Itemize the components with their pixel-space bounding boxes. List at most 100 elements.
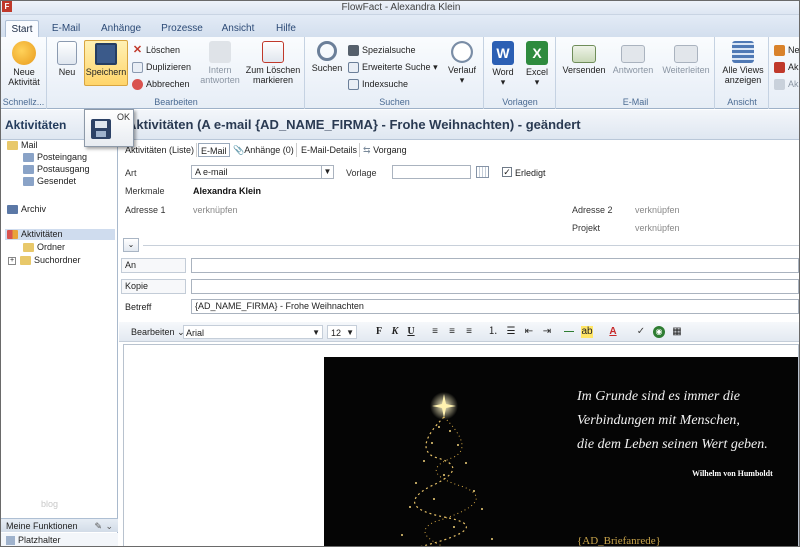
group-label-email: E-Mail xyxy=(622,97,649,107)
intern-antworten-button[interactable]: Intern antworten xyxy=(198,41,242,85)
vorlage-input[interactable] xyxy=(392,165,471,179)
align-left-icon[interactable]: ≡ xyxy=(429,326,441,338)
tree-item-ordner[interactable]: Ordner xyxy=(23,242,65,253)
window-title: FlowFact - Alexandra Klein xyxy=(341,2,461,13)
spezialsuche-button[interactable]: Spezialsuche xyxy=(348,43,416,57)
select-arrow-icon[interactable]: ▼ xyxy=(321,166,333,178)
extra-ak1-button[interactable]: Ak xyxy=(774,60,799,74)
alle-views-button[interactable]: Alle Views anzeigen xyxy=(718,41,768,85)
calendar-icon[interactable] xyxy=(476,166,489,178)
word-button[interactable]: W Word ▾ xyxy=(488,41,518,87)
bearbeiten-menu[interactable]: Bearbeiten ⌄ xyxy=(131,325,185,339)
excel-button[interactable]: X Excel ▾ xyxy=(522,41,552,87)
highlight-color-icon[interactable]: ab xyxy=(581,326,593,338)
neu-button[interactable]: Neu xyxy=(52,41,82,77)
new-activity-button[interactable]: Neue Aktivität xyxy=(4,41,44,87)
chevron-down-icon[interactable]: ⌄ xyxy=(105,519,113,533)
tab-ansicht[interactable]: Ansicht xyxy=(217,20,259,37)
spellcheck-icon[interactable]: ✓ xyxy=(635,326,647,338)
suchen-button[interactable]: Suchen xyxy=(310,41,344,73)
extra-ne-button[interactable]: Ne xyxy=(774,43,799,57)
spezialsuche-label: Spezialsuche xyxy=(362,45,416,55)
duplizieren-button[interactable]: Duplizieren xyxy=(132,60,191,74)
extra-ak2-button[interactable]: Ak xyxy=(774,77,799,91)
italic-icon[interactable]: K xyxy=(389,326,401,338)
save-confirmation-popup: OK xyxy=(84,109,134,147)
tab-start[interactable]: Start xyxy=(5,20,39,37)
adresse2-link[interactable]: verknüpfen xyxy=(635,204,680,216)
tab-email[interactable]: E-Mail xyxy=(45,20,87,37)
subtab-vorgang[interactable]: ⇆ Vorgang xyxy=(361,143,409,157)
subtab-email-details[interactable]: E-Mail-Details xyxy=(299,143,361,157)
adresse1-link[interactable]: verknüpfen xyxy=(193,204,238,216)
projekt-link[interactable]: verknüpfen xyxy=(635,222,680,234)
loeschen-button[interactable]: ✕ Löschen xyxy=(132,43,180,57)
group-label-schnellzugriff: Schnellz... xyxy=(2,97,45,107)
underline-icon[interactable]: U xyxy=(405,326,417,338)
subtab-anhaenge[interactable]: 📎Anhänge (0) xyxy=(231,143,297,157)
antworten-button[interactable]: Antworten xyxy=(609,41,657,75)
verlauf-button[interactable]: Verlauf ▾ xyxy=(444,41,480,85)
align-center-icon[interactable]: ≡ xyxy=(446,326,458,338)
email-body-editor[interactable]: Im Grunde sind es immer die Verbindungen… xyxy=(123,344,799,546)
group-label-vorlagen: Vorlagen xyxy=(502,97,538,107)
subtab-email[interactable]: E-Mail xyxy=(198,143,230,157)
excel-icon: X xyxy=(526,41,548,65)
tab-hilfe[interactable]: Hilfe xyxy=(269,20,303,37)
an-input[interactable] xyxy=(191,258,799,273)
art-select[interactable]: A e-mail ▼ xyxy=(191,165,334,179)
indent-increase-icon[interactable]: ⇥ xyxy=(541,326,553,338)
zum-loeschen-markieren-button[interactable]: Zum Löschen markieren xyxy=(244,41,302,85)
erweiterte-suche-button[interactable]: Erweiterte Suche ▾ xyxy=(348,60,438,74)
erledigt-checkbox[interactable]: ✓ xyxy=(502,167,512,177)
forward-envelope-icon xyxy=(674,45,698,63)
send-envelope-icon xyxy=(572,45,596,63)
font-size-dropdown-icon[interactable]: ▼ xyxy=(346,326,354,340)
tab-anhaenge[interactable]: Anhänge xyxy=(95,20,147,37)
activities-icon xyxy=(7,230,18,240)
tree-item-posteingang[interactable]: Posteingang xyxy=(23,152,87,163)
kopie-input[interactable] xyxy=(191,279,799,294)
font-size-select[interactable]: 12 ▼ xyxy=(327,325,357,339)
insert-table-icon[interactable]: ▦ xyxy=(671,326,683,338)
abbrechen-button[interactable]: Abbrechen xyxy=(132,77,190,91)
meine-funktionen-header[interactable]: Meine Funktionen ✎ ⌄ xyxy=(1,518,118,532)
pencil-icon[interactable]: ✎ xyxy=(94,519,102,533)
font-color-icon[interactable]: A xyxy=(607,326,619,338)
indent-decrease-icon[interactable]: ⇤ xyxy=(523,326,535,338)
tree-item-postausgang[interactable]: Postausgang xyxy=(23,164,90,175)
collapse-button[interactable]: ⌄ xyxy=(123,238,139,252)
binoculars-icon xyxy=(348,45,359,57)
dropdown-arrow-icon: ▾ xyxy=(433,62,438,72)
save-disk-icon xyxy=(95,43,117,65)
vorgang-icon: ⇆ xyxy=(363,145,371,155)
font-size-value: 12 xyxy=(331,328,342,338)
blog-watermark: blog xyxy=(41,499,59,509)
tab-prozesse[interactable]: Prozesse xyxy=(157,20,207,37)
subtab-liste[interactable]: Aktivitäten (Liste) xyxy=(123,143,198,157)
weiterleiten-button[interactable]: Weiterleiten xyxy=(659,41,713,75)
tree-item-archiv[interactable]: Archiv xyxy=(7,204,46,215)
betreff-input[interactable]: {AD_NAME_FIRMA} - Frohe Weihnachten xyxy=(191,299,799,314)
insert-image-icon[interactable]: ◉ xyxy=(653,326,665,338)
loeschen-label: Löschen xyxy=(146,45,181,55)
bullet-list-icon[interactable]: ☰ xyxy=(505,326,517,338)
clock-icon xyxy=(451,41,473,63)
tree-item-aktivitaeten[interactable]: Aktivitäten xyxy=(5,229,115,240)
expand-plus-icon[interactable]: + xyxy=(8,256,16,265)
font-select[interactable]: Arial ▼ xyxy=(183,325,323,339)
indexsuche-button[interactable]: Indexsuche xyxy=(348,77,408,91)
font-dropdown-icon[interactable]: ▼ xyxy=(312,326,320,340)
numbered-list-icon[interactable]: ⒈ xyxy=(487,326,499,338)
tree-item-mail[interactable]: Mail xyxy=(7,140,38,151)
tree-item-gesendet[interactable]: Gesendet xyxy=(23,176,76,187)
speichern-button[interactable]: Speichern xyxy=(84,40,128,86)
platzhalter-item[interactable]: Platzhalter xyxy=(1,533,118,546)
magnifier-icon xyxy=(317,41,337,61)
versenden-button[interactable]: Versenden xyxy=(561,41,607,75)
bold-icon[interactable]: F xyxy=(373,326,385,338)
align-right-icon[interactable]: ≡ xyxy=(463,326,475,338)
title-bar: F FlowFact - Alexandra Klein xyxy=(1,1,799,15)
horizontal-rule-icon[interactable]: — xyxy=(563,326,575,338)
tree-item-suchordner[interactable]: + Suchordner xyxy=(8,255,81,266)
